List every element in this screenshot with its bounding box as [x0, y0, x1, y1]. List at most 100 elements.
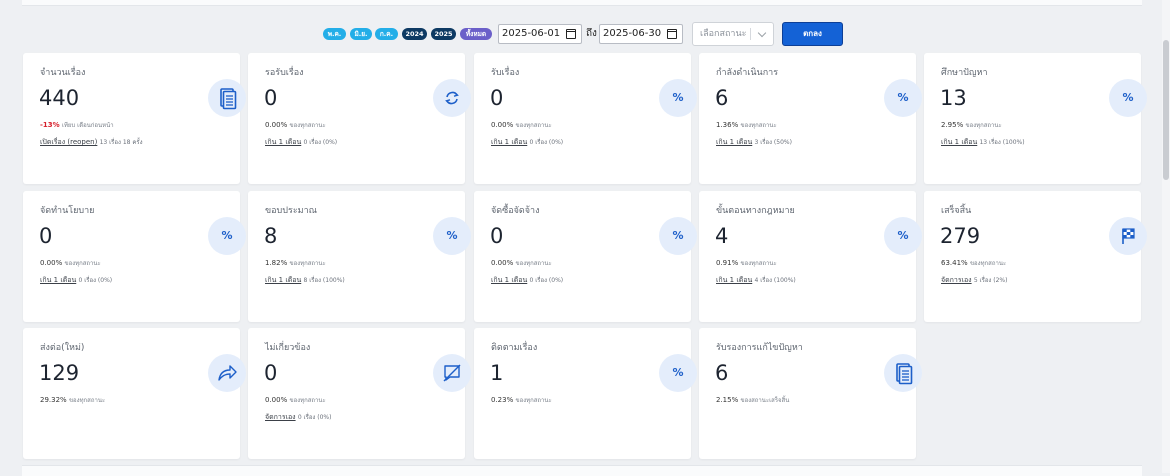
status-select[interactable]: เลือกสถานะ — [692, 22, 774, 46]
card-link[interactable]: เกิน 1 เดือน — [491, 276, 527, 284]
card-title: รับรองการแก้ไขปัญหา — [716, 343, 803, 353]
card-percent: 2.95% — [941, 121, 964, 129]
scrollbar-thumb[interactable] — [1163, 40, 1169, 180]
chevron-down-icon[interactable] — [757, 28, 767, 38]
percent-icon: % — [208, 217, 246, 255]
stat-card[interactable]: ขั้นตอนทางกฎหมาย 4% 0.91% ของทุกสถานะ เกิน … — [699, 191, 922, 322]
card-percent-note: ของทุกสถานะ — [68, 397, 106, 404]
card-value: 6 — [715, 361, 729, 385]
stat-card[interactable]: รอรับเรื่อง 0 0.00% ของทุกสถานะ เกิน 1 เดือ… — [248, 53, 471, 184]
card-link[interactable]: เกิน 1 เดือน — [716, 138, 752, 146]
card-overdue-line: เกิน 1 เดือน 0 เรื่อง (0%) — [491, 275, 563, 286]
stat-card[interactable]: รับเรื่อง 0% 0.00% ของทุกสถานะ เกิน 1 เดือน… — [474, 53, 697, 184]
stat-card[interactable]: เสร็จสิ้น 279 63.41% ของทุกสถานะ จัดการเอง … — [924, 191, 1147, 322]
card-title: ศึกษาปัญหา — [941, 68, 988, 78]
date-range-to-label: ถึง — [586, 28, 597, 39]
card-overdue-line: จัดการเอง 5 เรื่อง (2%) — [941, 275, 1007, 286]
card-link[interactable]: เกิน 1 เดือน — [265, 276, 301, 284]
card-overdue-line: เกิน 1 เดือน 0 เรื่อง (0%) — [265, 137, 337, 148]
calendar-icon[interactable] — [566, 29, 576, 39]
calendar-icon[interactable] — [667, 29, 677, 39]
stat-card[interactable]: จัดทำนโยบาย 0% 0.00% ของทุกสถานะ เกิน 1 เดื… — [23, 191, 246, 322]
stat-card[interactable]: ติดตามเรื่อง 1% 0.23% ของทุกสถานะ — [474, 328, 697, 459]
card-link-note: 0 เรื่อง (0%) — [297, 414, 332, 421]
no-comment-icon — [433, 354, 471, 392]
stat-card[interactable]: ศึกษาปัญหา 13% 2.95% ของทุกสถานะ เกิน 1 เดื… — [924, 53, 1147, 184]
card-link-note: 4 เรื่อง (100%) — [754, 277, 796, 284]
card-link[interactable]: จัดการเอง — [941, 276, 972, 284]
scrollbar[interactable] — [1162, 0, 1170, 473]
card-value: 0 — [490, 224, 504, 248]
top-panel-edge — [22, 0, 1142, 6]
card-value: 279 — [940, 224, 981, 248]
card-percent-note: ของทุกสถานะ — [289, 260, 326, 267]
month-pill-jun[interactable]: มิ.ย. — [350, 28, 372, 40]
stat-card[interactable]: ขอบประมาณ 8% 1.82% ของทุกสถานะ เกิน 1 เดือน… — [248, 191, 471, 322]
card-subtext: -13% เทียบ เดือนก่อนหน้า — [40, 120, 114, 130]
card-title: ติดตามเรื่อง — [491, 343, 538, 353]
year-pill-2024[interactable]: 2024 — [402, 28, 427, 40]
card-title: จัดซื้อจัดจ้าง — [491, 206, 540, 216]
card-link-note: 0 เรื่อง (0%) — [78, 277, 113, 284]
card-subtext: 29.32% ของทุกสถานะ — [40, 395, 105, 405]
card-link-note: 13 เรื่อง (100%) — [979, 139, 1025, 146]
card-value: 0 — [264, 361, 278, 385]
stat-card[interactable]: ส่งต่อ(ใหม่) 129 29.32% ของทุกสถานะ — [23, 328, 246, 459]
card-percent: -13% — [40, 121, 60, 129]
pill-all[interactable]: ทั้งหมด — [460, 28, 492, 40]
card-link[interactable]: เปิดเรื่อง (reopen) — [40, 138, 97, 146]
start-date-input[interactable]: 2025-06-01 — [498, 24, 582, 44]
percent-icon: % — [433, 217, 471, 255]
select-separator — [750, 28, 751, 40]
card-title: จัดทำนโยบาย — [40, 206, 95, 216]
month-pill-may[interactable]: พ.ค. — [323, 28, 346, 40]
year-pill-2025[interactable]: 2025 — [431, 28, 456, 40]
percent-icon: % — [884, 217, 922, 255]
start-date-value: 2025-06-01 — [502, 28, 561, 39]
ok-button[interactable]: ตกลง — [782, 22, 843, 46]
card-value: 0 — [264, 86, 278, 110]
card-percent: 63.41% — [941, 259, 968, 267]
card-percent-note: ของทุกสถานะ — [64, 260, 101, 267]
month-pill-jul[interactable]: ก.ค. — [375, 28, 398, 40]
stat-card[interactable]: จัดซื้อจัดจ้าง 0% 0.00% ของทุกสถานะ เกิน 1 … — [474, 191, 697, 322]
percent-icon: % — [884, 79, 922, 117]
card-subtext: 0.00% ของทุกสถานะ — [265, 395, 326, 405]
card-title: จำนวนเรื่อง — [40, 68, 86, 78]
card-percent: 0.91% — [716, 259, 739, 267]
card-percent-note: ของทุกสถานะ — [515, 397, 552, 404]
card-link-note: 8 เรื่อง (100%) — [303, 277, 345, 284]
card-percent: 0.00% — [265, 121, 288, 129]
card-value: 6 — [715, 86, 729, 110]
stat-card[interactable]: ไม่เกี่ยวข้อง 0 0.00% ของทุกสถานะจัดการเอง… — [248, 328, 471, 459]
card-overdue-line: เกิน 1 เดือน 13 เรื่อง (100%) — [941, 137, 1025, 148]
card-percent-note: ของทุกสถานะ — [965, 122, 1002, 129]
card-link[interactable]: เกิน 1 เดือน — [40, 276, 76, 284]
stat-card[interactable]: กำลังดำเนินการ 6% 1.36% ของทุกสถานะ เกิน 1 … — [699, 53, 922, 184]
card-link[interactable]: เกิน 1 เดือน — [941, 138, 977, 146]
card-link-note: 0 เรื่อง (0%) — [529, 139, 564, 146]
card-title: ส่งต่อ(ใหม่) — [40, 343, 85, 353]
card-percent-note: ของทุกสถานะ — [289, 397, 326, 404]
card-percent-note: ของทุกสถานะ — [515, 260, 552, 267]
card-link[interactable]: เกิน 1 เดือน — [491, 138, 527, 146]
card-link[interactable]: เกิน 1 เดือน — [265, 138, 301, 146]
card-percent: 2.15% — [716, 396, 739, 404]
card-percent: 0.00% — [40, 259, 63, 267]
share-arrow-icon — [208, 354, 246, 392]
stat-card[interactable]: รับรองการแก้ไขปัญหา 6 2.15% ของสถานะเสร็จส… — [699, 328, 922, 459]
percent-icon: % — [659, 217, 697, 255]
document-stack-icon — [208, 79, 246, 117]
percent-icon: % — [659, 79, 697, 117]
card-link[interactable]: จัดการเอง — [265, 413, 296, 421]
stat-card[interactable]: จำนวนเรื่อง 440 -13% เทียบ เดือนก่อนหน้า เป… — [23, 53, 246, 184]
card-subtext: 2.15% ของสถานะเสร็จสิ้น — [716, 395, 789, 405]
card-overdue-line: เกิน 1 เดือน 3 เรื่อง (50%) — [716, 137, 792, 148]
card-title: ไม่เกี่ยวข้อง — [265, 343, 311, 353]
card-title: ขั้นตอนทางกฎหมาย — [716, 206, 795, 216]
card-percent-note: ของทุกสถานะ — [740, 260, 777, 267]
card-link-note: 3 เรื่อง (50%) — [754, 139, 792, 146]
end-date-input[interactable]: 2025-06-30 — [599, 24, 683, 44]
card-link[interactable]: เกิน 1 เดือน — [716, 276, 752, 284]
card-subtext: 0.91% ของทุกสถานะ — [716, 258, 777, 268]
